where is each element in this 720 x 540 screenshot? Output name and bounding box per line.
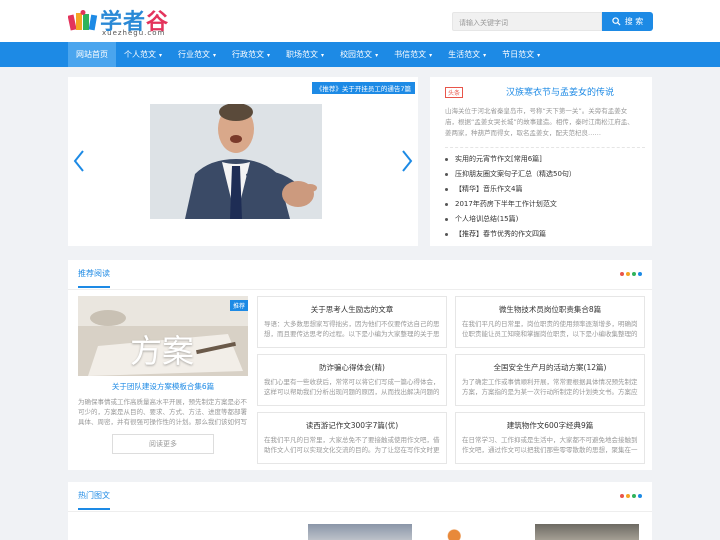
image-slider: 《推荐》关于开挂员工的通告7篇 <box>68 77 418 246</box>
article-desc: 导语：大多数思想家写得拙劣，因为他们不仅要传达自己的思想，而且要传达思考的过程。… <box>264 320 440 338</box>
color-dot <box>632 272 636 276</box>
hot-thumb-2[interactable] <box>423 524 527 540</box>
slider-next-arrow-icon[interactable] <box>401 149 413 173</box>
nav-item-label: 网站首页 <box>76 50 108 59</box>
nav-item-label: 生活范文 <box>448 50 481 59</box>
hot-section: 热门图文 <box>68 482 652 540</box>
color-dot <box>638 272 642 276</box>
chevron-down-icon: ▾ <box>213 52 217 59</box>
headline-list-item[interactable]: 【推荐】春节优秀的作文四篇 <box>445 227 645 242</box>
nav-item-label: 个人范文 <box>124 50 156 59</box>
recommend-title: 推荐阅读 <box>78 268 110 288</box>
site-logo[interactable]: 学者谷 xuezhegu.com <box>68 6 188 38</box>
article-card[interactable]: 关于思考人生励志的文章导语：大多数思想家写得拙劣，因为他们不仅要传达自己的思想，… <box>257 296 447 348</box>
slider-image[interactable] <box>150 104 322 219</box>
article-title[interactable]: 微生物技术员岗位职责集合8篇 <box>462 304 638 315</box>
nav-item-label: 校园范文 <box>340 50 373 59</box>
books-logo-icon <box>68 10 98 31</box>
recommend-main-desc: 为确保事情或工作高质量高水平开展，预先制定方案是必不可少的，方案是从目的、要求、… <box>78 398 247 426</box>
color-dots <box>620 494 642 498</box>
slider-prev-arrow-icon[interactable] <box>73 149 85 173</box>
chevron-down-icon: ▾ <box>159 52 163 59</box>
article-title[interactable]: 关于思考人生励志的文章 <box>264 304 440 315</box>
recommend-tag: 推荐 <box>229 300 248 311</box>
chevron-down-icon: ▾ <box>483 52 487 59</box>
search-input[interactable]: 请输入关键字词 <box>452 12 602 31</box>
nav-item[interactable]: 生活范文 ▾ <box>440 42 494 67</box>
headline-badge: 头条 <box>445 87 464 98</box>
hot-thumb-3[interactable] <box>535 524 639 540</box>
recommend-main-title[interactable]: 关于团队建设方案模板合集6篇 <box>78 381 248 392</box>
article-title[interactable]: 读西游记作文300字7篇(优) <box>264 420 440 431</box>
recommend-section: 推荐阅读 方案 推荐 关于团队建设方案模板合集6篇 为确保事情或工作高质量高水平… <box>68 260 652 470</box>
nav-item[interactable]: 职场范文 ▾ <box>278 42 332 67</box>
search-button-label: 搜 索 <box>624 17 644 26</box>
article-title[interactable]: 建筑物作文600字经典9篇 <box>462 420 638 431</box>
headline-list-item[interactable]: 2017年药房下半年工作计划范文 <box>445 197 645 212</box>
headline-list-item[interactable]: 压抑朋友圈文案句子汇总（精选50句） <box>445 167 645 182</box>
article-title[interactable]: 防诈骗心得体会(精) <box>264 362 440 373</box>
nav-item[interactable]: 节日范文 ▾ <box>494 42 548 67</box>
color-dot <box>626 272 630 276</box>
search-icon <box>612 17 621 26</box>
hot-header: 热门图文 <box>68 482 652 512</box>
search-button[interactable]: 搜 索 <box>602 12 653 31</box>
chevron-down-icon: ▾ <box>429 52 433 59</box>
site-header: 学者谷 xuezhegu.com 请输入关键字词 搜 索 <box>0 0 720 42</box>
nav-item-label: 节日范文 <box>502 50 535 59</box>
main-nav: 网站首页 个人范文 ▾ 行业范文 ▾ 行政范文 ▾ 职场范文 ▾ 校园范文 ▾ 书信范文 ▾ 生活范文 ▾ 节… <box>0 42 720 67</box>
article-desc: 在我们平凡的日常里，大家总免不了要接触或使用作文吧，借助作文人们可以实现文化交流… <box>264 436 440 454</box>
article-desc: 在日常学习、工作抑或是生活中，大家都不可避免地会接触到作文吧，通过作文可以把我们… <box>462 436 638 454</box>
chevron-down-icon: ▾ <box>321 52 325 59</box>
article-desc: 为了确定工作或事情顺利开展，常常要根据具体情况预先制定方案，方案指的是为某一次行… <box>462 378 638 396</box>
headline-list: 实用的元宵节作文[常用6篇] 压抑朋友圈文案句子汇总（精选50句） 【精华】音乐作文… <box>445 147 645 242</box>
article-card[interactable]: 微生物技术员岗位职责集合8篇在我们平凡的日常里，岗位职责的使用频率逐渐增多，明确… <box>455 296 645 348</box>
headline-panel: 头条 汉族寒衣节与孟姜女的传说 山海关位于河北省秦皇岛市，号称“天下第一关”。关… <box>430 77 652 246</box>
article-desc: 在我们平凡的日常里，岗位职责的使用频率逐渐增多，明确岗位职责能让员工知晓和掌握岗… <box>462 320 638 338</box>
hot-thumb-1[interactable] <box>308 524 412 540</box>
nav-item-label: 行业范文 <box>178 50 211 59</box>
headline-list-item[interactable]: 【精华】音乐作文4篇 <box>445 182 645 197</box>
nav-item[interactable]: 校园范文 ▾ <box>332 42 386 67</box>
nav-item[interactable]: 书信范文 ▾ <box>386 42 440 67</box>
hot-title: 热门图文 <box>78 490 110 510</box>
nav-item[interactable]: 行业范文 ▾ <box>170 42 224 67</box>
headline-title[interactable]: 汉族寒衣节与孟姜女的传说 <box>470 85 650 98</box>
recommend-image-caption: 方案 <box>130 332 195 370</box>
article-desc: 我们心里有一些收获后，常常可以将它们写成一篇心得体会，这样可以帮助我们分析出现问… <box>264 378 440 396</box>
nav-item-label: 职场范文 <box>286 50 319 59</box>
recommend-main-card: 方案 推荐 关于团队建设方案模板合集6篇 为确保事情或工作高质量高水平开展，预先… <box>78 296 248 454</box>
chevron-down-icon: ▾ <box>537 52 541 59</box>
chevron-down-icon: ▾ <box>375 52 379 59</box>
headline-list-item[interactable]: 实用的元宵节作文[常用6篇] <box>445 152 645 167</box>
article-card[interactable]: 防诈骗心得体会(精) 我们心里有一些收获后，常常可以将它们写成一篇心得体会，这样可… <box>257 354 447 406</box>
recommend-header: 推荐阅读 <box>68 260 652 290</box>
logo-url: xuezhegu.com <box>102 29 166 37</box>
color-dots <box>620 272 642 276</box>
color-dot <box>638 494 642 498</box>
article-title[interactable]: 全国安全生产月的活动方案(12篇) <box>462 362 638 373</box>
headline-list-item[interactable]: 个人培训总结(15篇) <box>445 212 645 227</box>
nav-item[interactable]: 个人范文 ▾ <box>116 42 170 67</box>
color-dot <box>620 272 624 276</box>
recommend-main-image[interactable]: 方案 推荐 <box>78 296 248 376</box>
color-dot <box>626 494 630 498</box>
read-more-button[interactable]: 阅读更多 <box>112 434 214 454</box>
nav-item-label: 行政范文 <box>232 50 265 59</box>
nav-item[interactable]: 行政范文 ▾ <box>224 42 278 67</box>
nav-item[interactable]: 网站首页 <box>68 42 116 67</box>
color-dot <box>632 494 636 498</box>
article-card[interactable]: 读西游记作文300字7篇(优) 在我们平凡的日常里，大家总免不了要接触或使用作文吧… <box>257 412 447 464</box>
nav-item-label: 书信范文 <box>394 50 427 59</box>
color-dot <box>620 494 624 498</box>
pointing-man-photo <box>150 104 322 219</box>
slider-caption-tag[interactable]: 《推荐》关于开挂员工的通告7篇 <box>311 82 415 94</box>
article-card[interactable]: 全国安全生产月的活动方案(12篇) 为了确定工作或事情顺利开展，常常要根据具体情况… <box>455 354 645 406</box>
headline-summary: 山海关位于河北省秦皇岛市，号称“天下第一关”。关旁有孟姜女庙，根据“孟姜女哭长城… <box>445 107 634 137</box>
chevron-down-icon: ▾ <box>267 52 271 59</box>
article-card[interactable]: 建筑物作文600字经典9篇在日常学习、工作抑或是生活中，大家都不可避免地会接触到… <box>455 412 645 464</box>
